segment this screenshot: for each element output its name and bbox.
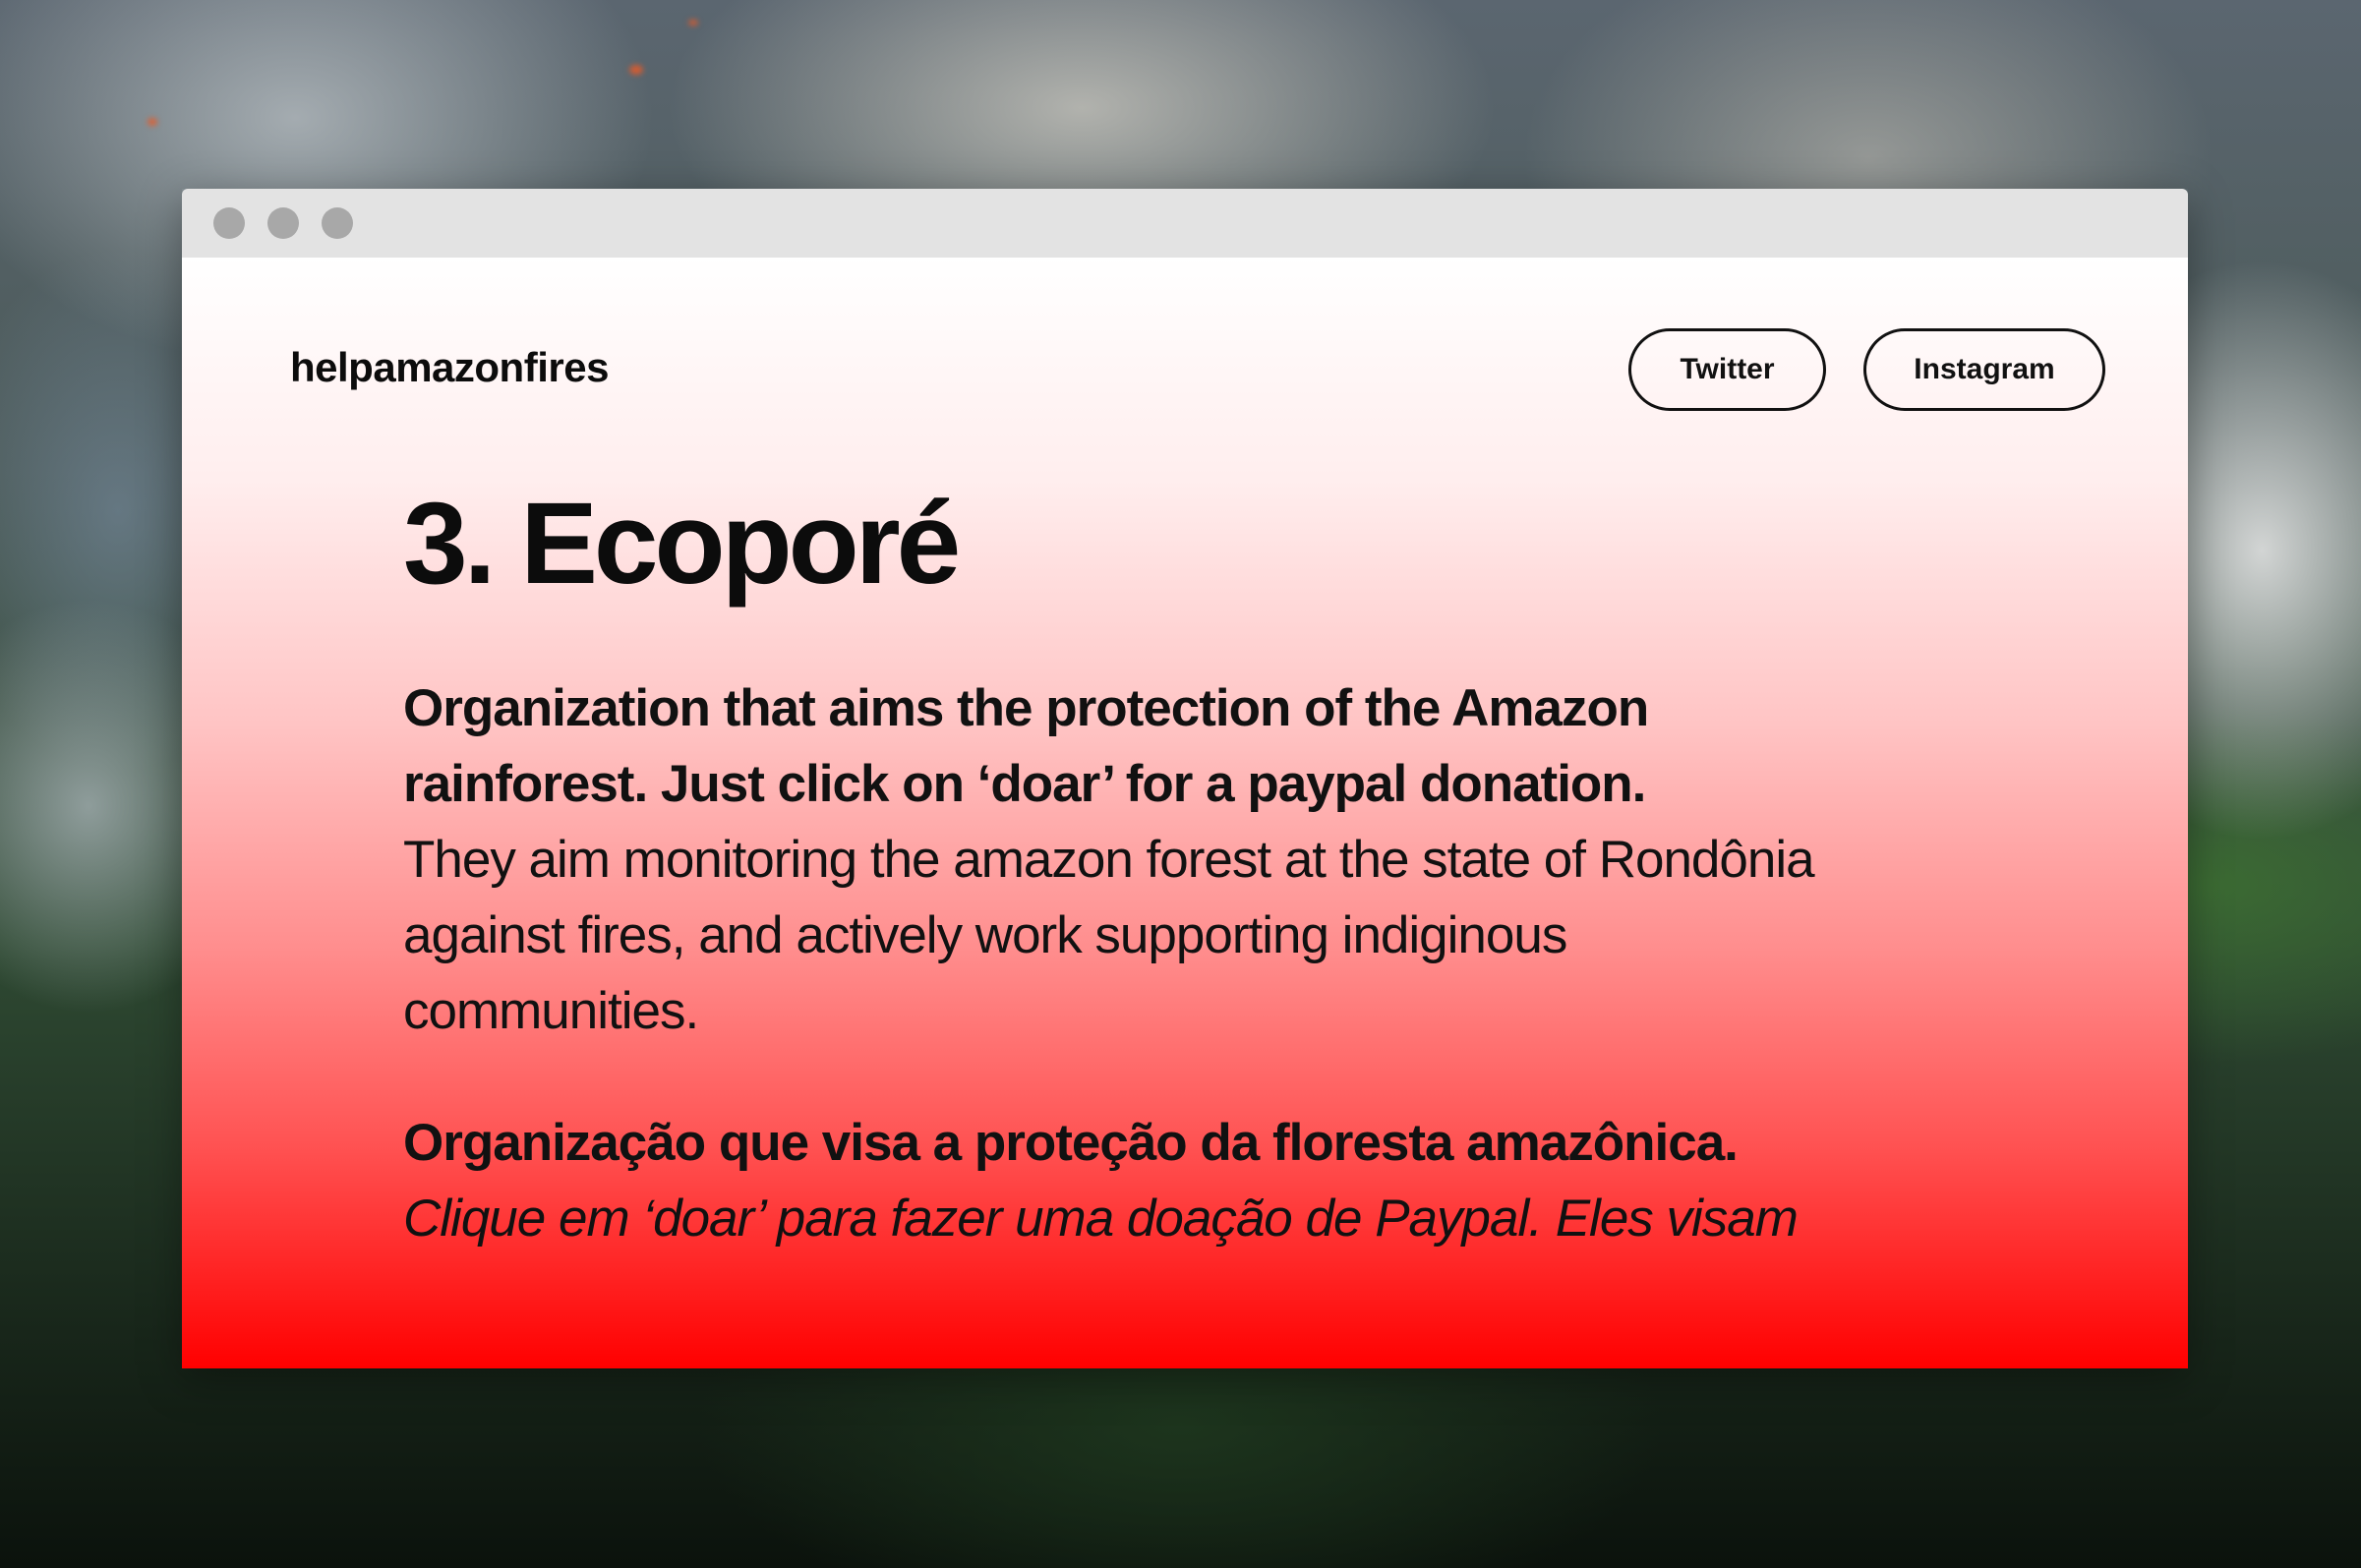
- english-description: Organization that aims the protection of…: [403, 670, 2095, 1049]
- en-detail-line: They aim monitoring the amazon forest at…: [403, 831, 1815, 889]
- browser-window: helpamazonfires Twitter Instagram 3. Eco…: [182, 189, 2188, 1368]
- ember-glow: [148, 118, 157, 126]
- pt-summary-line: Organização que visa a proteção da flore…: [403, 1114, 1739, 1172]
- site-brand-link[interactable]: helpamazonfires: [290, 344, 609, 391]
- instagram-button[interactable]: Instagram: [1863, 328, 2105, 411]
- en-summary-line: rainforest. Just click on ‘doar’ for a p…: [403, 755, 1646, 813]
- page-title: 3. Ecoporé: [403, 479, 961, 609]
- window-minimize-dot[interactable]: [267, 207, 299, 239]
- page-content: helpamazonfires Twitter Instagram 3. Eco…: [182, 258, 2188, 1368]
- twitter-button[interactable]: Twitter: [1628, 328, 1826, 411]
- pt-detail-line: Clique em ‘doar’ para fazer uma doação d…: [403, 1190, 1799, 1248]
- window-titlebar: [182, 189, 2188, 258]
- window-close-dot[interactable]: [213, 207, 245, 239]
- window-maximize-dot[interactable]: [322, 207, 353, 239]
- en-summary-line: Organization that aims the protection of…: [403, 679, 1649, 737]
- ember-glow: [629, 65, 643, 75]
- portuguese-description: Organização que visa a proteção da flore…: [403, 1105, 2095, 1256]
- ember-glow: [688, 20, 698, 26]
- en-detail-line: communities.: [403, 982, 699, 1040]
- en-detail-line: against fires, and actively work support…: [403, 906, 1567, 964]
